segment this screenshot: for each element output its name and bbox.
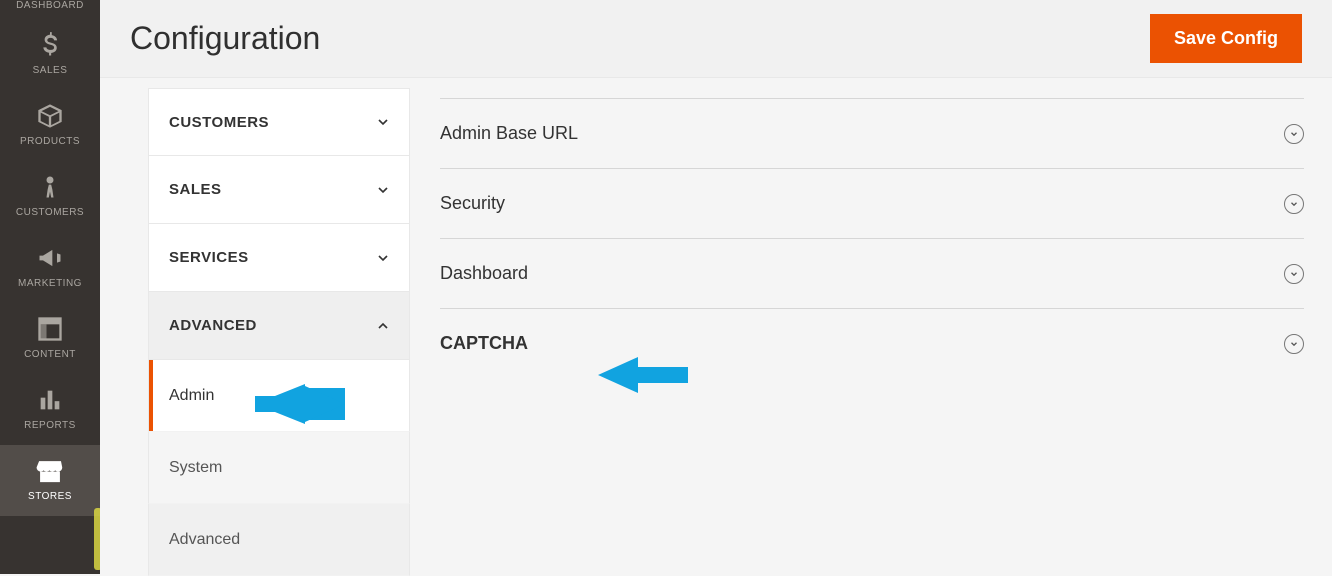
expand-icon bbox=[1284, 264, 1304, 284]
config-group-label: ADVANCED bbox=[169, 317, 257, 334]
section-title: Security bbox=[440, 193, 505, 214]
box-icon bbox=[36, 102, 64, 130]
chevron-down-icon bbox=[375, 182, 391, 198]
chevron-up-icon bbox=[375, 318, 391, 334]
nav-item-products[interactable]: PRODUCTS bbox=[0, 90, 100, 161]
admin-left-nav: DASHBOARD SALES PRODUCTS CUSTOMERS MARKE… bbox=[0, 0, 100, 574]
nav-label: MARKETING bbox=[0, 278, 100, 289]
settings-sections: Admin Base URL Security Dashboard CAPTCH… bbox=[440, 88, 1310, 574]
nav-item-stores[interactable]: STORES bbox=[0, 445, 100, 516]
section-security[interactable]: Security bbox=[440, 168, 1304, 238]
nav-label: DASHBOARD bbox=[0, 0, 100, 11]
layout-icon bbox=[36, 315, 64, 343]
megaphone-icon bbox=[36, 244, 64, 272]
nav-item-customers[interactable]: CUSTOMERS bbox=[0, 161, 100, 232]
config-tab-system[interactable]: System bbox=[148, 432, 410, 504]
section-captcha[interactable]: CAPTCHA bbox=[440, 308, 1304, 378]
bars-icon bbox=[36, 386, 64, 414]
dollar-icon bbox=[36, 31, 64, 59]
config-tab-advanced[interactable]: Advanced bbox=[148, 504, 410, 576]
nav-label: REPORTS bbox=[0, 420, 100, 431]
section-admin-base-url[interactable]: Admin Base URL bbox=[440, 98, 1304, 168]
config-group-customers[interactable]: CUSTOMERS bbox=[148, 88, 410, 156]
config-group-advanced[interactable]: ADVANCED bbox=[148, 292, 410, 360]
config-tab-label: Advanced bbox=[169, 531, 240, 549]
section-title: CAPTCHA bbox=[440, 333, 528, 354]
config-group-label: SERVICES bbox=[169, 249, 249, 266]
page-title: Configuration bbox=[130, 20, 320, 57]
config-tab-admin[interactable]: Admin bbox=[148, 360, 410, 432]
nav-item-sales[interactable]: SALES bbox=[0, 19, 100, 90]
config-group-services[interactable]: SERVICES bbox=[148, 224, 410, 292]
section-title: Admin Base URL bbox=[440, 123, 578, 144]
chevron-down-icon bbox=[375, 250, 391, 266]
config-tabs-panel: CUSTOMERS SALES SERVICES ADVANCED Admin bbox=[148, 88, 410, 574]
main-area: CUSTOMERS SALES SERVICES ADVANCED Admin bbox=[100, 78, 1332, 574]
nav-item-content[interactable]: CONTENT bbox=[0, 303, 100, 374]
expand-icon bbox=[1284, 124, 1304, 144]
config-group-label: SALES bbox=[169, 181, 222, 198]
config-group-sales[interactable]: SALES bbox=[148, 156, 410, 224]
store-icon bbox=[36, 457, 64, 485]
save-config-button[interactable]: Save Config bbox=[1150, 14, 1302, 63]
nav-item-marketing[interactable]: MARKETING bbox=[0, 232, 100, 303]
nav-label: CONTENT bbox=[0, 349, 100, 360]
section-dashboard[interactable]: Dashboard bbox=[440, 238, 1304, 308]
expand-icon bbox=[1284, 194, 1304, 214]
expand-icon bbox=[1284, 334, 1304, 354]
config-tab-label: System bbox=[169, 459, 222, 477]
nav-item-reports[interactable]: REPORTS bbox=[0, 374, 100, 445]
chevron-down-icon bbox=[375, 114, 391, 130]
person-icon bbox=[36, 173, 64, 201]
nav-label: SALES bbox=[0, 65, 100, 76]
section-title: Dashboard bbox=[440, 263, 528, 284]
page-header: Configuration Save Config bbox=[100, 0, 1332, 78]
nav-item-dashboard[interactable]: DASHBOARD bbox=[0, 0, 100, 19]
nav-label: STORES bbox=[0, 491, 100, 502]
nav-label: PRODUCTS bbox=[0, 136, 100, 147]
config-group-label: CUSTOMERS bbox=[169, 114, 269, 131]
nav-label: CUSTOMERS bbox=[0, 207, 100, 218]
config-tab-label: Admin bbox=[169, 387, 214, 405]
